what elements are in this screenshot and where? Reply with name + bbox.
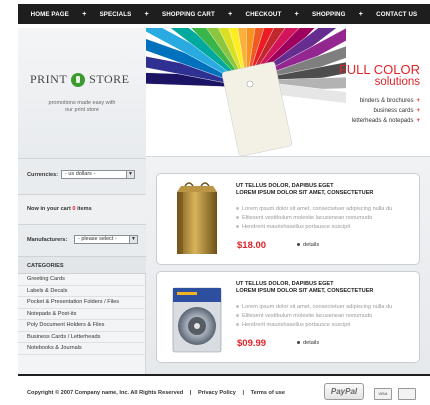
feature-item: Elitesent vestibulum molestie lacusenean… [236,312,392,321]
banner-headline: FULL COLOR solutions [338,62,420,88]
product-title-line-2: LOREM IPSUM DOLOR SIT AMET, CONSECTETUER [236,288,374,295]
cart-status: Now in your cart 0 items [27,206,92,212]
top-nav-bar: HOME PAGE + SPECIALS + SHOPPING CART + C… [18,4,430,24]
product-title-line-1: UT TELLUS DOLOR, DAPIBUS EGET [236,281,334,287]
store-tagline: promotions made easy with our print stor… [18,100,146,114]
details-link[interactable]: details [297,242,319,248]
cart-count: 0 [72,206,76,212]
nav-separator: + [358,10,363,18]
visa-card-icon: VISA [374,388,392,400]
manufacturers-label: Manufacturers: [27,237,68,243]
nav-separator: + [144,10,149,18]
category-pocket-folders[interactable]: Pocket & Presentation Folders / Files [18,297,146,309]
chevron-down-icon: ▼ [129,236,137,243]
nav-separator: + [228,10,233,18]
logo-text-print: PRINT [30,72,68,86]
category-poly-document-holders[interactable]: Poly Document Holders & Files [18,320,146,332]
manufacturers-select[interactable]: - please select - ▼ [74,235,138,244]
chevron-down-icon: ▼ [126,171,134,178]
feature-item: Hendrerit maurishasellus portausce susci… [236,223,392,232]
categories-heading: CATEGORIES [27,263,64,269]
footer-separator: | [242,390,245,396]
copyright-text: Copyright © 2007 Company name, Inc. All … [27,390,184,396]
plus-icon: + [416,118,420,124]
nav-home-page[interactable]: HOME PAGE [31,11,69,18]
nav-checkout[interactable]: CHECKOUT [246,11,282,18]
currencies-panel: Currencies: - us dollars - ▼ [18,158,146,194]
logo-text-store: STORE [89,72,130,86]
product-features: Lorem ipsum dolor sit amet, consectetuer… [236,303,392,330]
product-title[interactable]: UT TELLUS DOLOR, DAPIBUS EGET LOREM IPSU… [236,183,416,197]
nav-specials[interactable]: SPECIALS [100,11,132,18]
logo-area: PRINT STORE promotions made easy with ou… [18,28,146,158]
category-labels-decals[interactable]: Labels & Decals [18,286,146,297]
paypal-logo: PayPal [324,383,364,400]
privacy-policy-link[interactable]: Privacy Policy [198,390,236,396]
gift-bag-product-image [177,182,217,254]
mastercard-icon [398,388,416,400]
manufacturers-selected-value: - please select - [78,236,117,242]
product-price: $09.99 [237,338,267,349]
plus-icon: + [416,108,420,114]
product-card: UT TELLUS DOLOR, DAPIBUS EGET LOREM IPSU… [156,271,420,363]
details-link[interactable]: details [297,340,319,346]
store-logo[interactable]: PRINT STORE [30,72,129,87]
terms-of-use-link[interactable]: Terms of use [251,390,285,396]
tagline-line-1: promotions made easy with [48,100,116,106]
tagline-line-2: our print store [65,107,99,113]
categories-list: Greeting Cards Labels & Decals Pocket & … [18,274,146,355]
top-navigation: HOME PAGE + SPECIALS + SHOPPING CART + C… [0,0,430,26]
feature-item: Lorem ipsum dolor sit amet, consectetuer… [236,303,392,312]
nav-shopping-cart[interactable]: SHOPPING CART [162,11,215,18]
product-price: $18.00 [237,240,267,251]
banner-headline-main: FULL COLOR [338,62,420,77]
banner-link-label: binders & brochures [359,98,414,104]
categories-header: CATEGORIES [18,256,146,274]
currencies-label: Currencies: [27,172,59,178]
footer-text: Copyright © 2007 Company name, Inc. All … [27,390,285,396]
banner-headline-sub: solutions [374,76,420,88]
banner-link-binders[interactable]: binders & brochures + [352,96,420,106]
nav-contact-us[interactable]: CONTACT US [376,11,417,18]
hero-banner: FULL COLOR solutions binders & brochures… [146,28,430,156]
plus-icon: + [416,98,420,104]
feature-item: Hendrerit maurishasellus portausce susci… [236,321,392,330]
color-swatch-fan-image [146,28,346,156]
product-title-line-1: UT TELLUS DOLOR, DAPIBUS EGET [236,183,334,189]
footer-separator: | [189,390,192,396]
feature-item: Lorem ipsum dolor sit amet, consectetuer… [236,205,392,214]
currencies-select[interactable]: - us dollars - ▼ [61,170,135,179]
product-listing: UT TELLUS DOLOR, DAPIBUS EGET LOREM IPSU… [146,156,430,374]
product-title-line-2: LOREM IPSUM DOLOR SIT AMET, CONSECTETUER [236,190,374,197]
banner-link-letterheads[interactable]: letterheads & notepads + [352,116,420,126]
currencies-selected-value: - us dollars - [65,171,96,177]
cart-prefix: Now in your cart [27,206,71,212]
category-notebooks[interactable]: Notebooks & Journals [18,343,146,355]
product-features: Lorem ipsum dolor sit amet, consectetuer… [236,205,392,232]
nav-shopping[interactable]: SHOPPING [312,11,345,18]
nav-separator: + [294,10,299,18]
category-greeting-cards[interactable]: Greeting Cards [18,274,146,286]
banner-links: binders & brochures + business cards + let… [352,96,420,126]
category-notepads[interactable]: Notepads & Post-its [18,309,146,320]
feature-item: Elitesent vestibulum molestie lacusenean… [236,214,392,223]
left-sidebar: PRINT STORE promotions made easy with ou… [18,28,146,374]
product-title[interactable]: UT TELLUS DOLOR, DAPIBUS EGET LOREM IPSU… [236,281,416,295]
cd-case-product-image [172,287,222,353]
category-business-cards[interactable]: Business Cards / Letterheads [18,332,146,343]
nav-separator: + [82,10,87,18]
thumbs-up-icon [71,72,86,87]
banner-link-business-cards[interactable]: business cards + [352,106,420,116]
product-card: UT TELLUS DOLOR, DAPIBUS EGET LOREM IPSU… [156,173,420,265]
banner-link-label: letterheads & notepads [351,118,414,124]
footer: Copyright © 2007 Company name, Inc. All … [18,374,430,405]
banner-link-label: business cards [373,108,414,114]
manufacturers-panel: Manufacturers: - please select - ▼ [18,224,146,256]
cart-panel: Now in your cart 0 items [18,194,146,224]
cart-suffix: items [77,206,92,212]
